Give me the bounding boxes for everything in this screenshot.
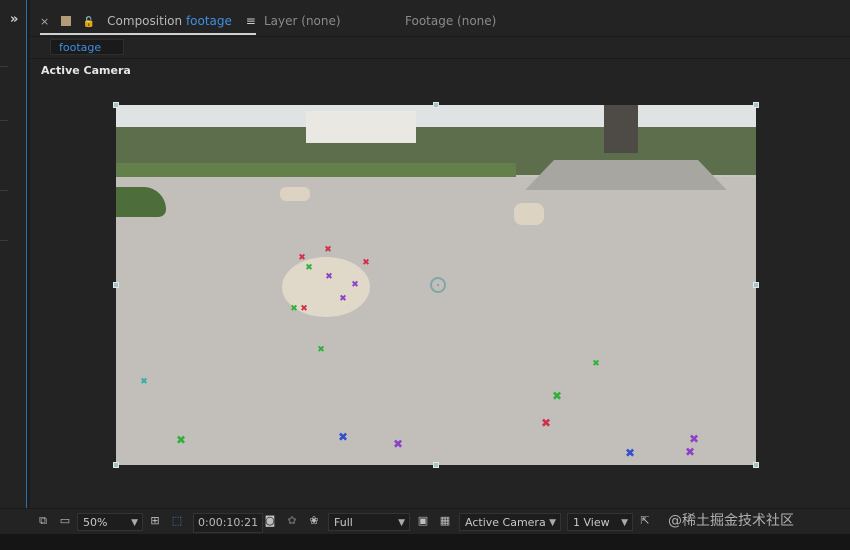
track-point-icon[interactable]: ✖ [624, 447, 636, 459]
camera-view-select[interactable]: Active Camera ▼ [459, 513, 561, 531]
comp-navigator-bar: footage [30, 36, 850, 57]
track-point-icon[interactable]: ✖ [324, 246, 332, 255]
statue [604, 105, 638, 153]
plaza-ground [116, 177, 756, 465]
bounds-handle[interactable] [113, 102, 119, 108]
bounds-handle[interactable] [753, 462, 759, 468]
watermark: @稀土掘金技术社区 [668, 513, 794, 529]
track-point-icon[interactable]: ✖ [325, 273, 333, 282]
hedge [116, 163, 516, 177]
planter-far [280, 187, 310, 201]
chevron-down-icon: ▼ [549, 518, 556, 528]
track-point-icon[interactable]: ✖ [290, 305, 298, 314]
mask-visibility-icon[interactable]: ⬚ [170, 515, 184, 527]
comp-breadcrumb[interactable]: footage [50, 39, 124, 55]
chevron-down-icon: ▼ [621, 518, 628, 528]
resolution-value: Full [334, 516, 353, 529]
panel-tab-bar: × 🔓 Composition footage ≡ Layer (none) F… [30, 8, 850, 36]
track-point-icon[interactable]: ✖ [362, 259, 370, 268]
bounds-handle[interactable] [753, 102, 759, 108]
track-point-icon[interactable]: ✖ [688, 433, 700, 445]
composition-panel: × 🔓 Composition footage ≡ Layer (none) F… [30, 0, 850, 534]
track-point-icon[interactable]: ✖ [351, 281, 359, 290]
divider [30, 58, 850, 59]
lock-icon[interactable]: 🔓 [83, 17, 95, 28]
bounds-handle[interactable] [433, 102, 439, 108]
track-point-icon[interactable]: ✖ [592, 360, 600, 369]
track-point-icon[interactable]: ✖ [337, 431, 349, 443]
expand-panel-icon[interactable]: » [10, 12, 18, 27]
chevron-down-icon: ▼ [131, 518, 138, 528]
track-point-icon[interactable]: ✖ [175, 434, 187, 446]
panel-divider [0, 190, 8, 191]
tab-comp-name: footage [185, 14, 232, 28]
resolution-select[interactable]: Full ▼ [328, 513, 410, 531]
bounds-handle[interactable] [433, 462, 439, 468]
snapshot-camera-icon[interactable]: ◙ [263, 515, 277, 527]
track-point-icon[interactable]: ✖ [140, 378, 148, 387]
panel-menu-icon[interactable]: ≡ [246, 14, 256, 28]
show-snapshot-icon[interactable]: ✿ [285, 515, 299, 527]
panel-divider [0, 66, 8, 67]
always-preview-icon[interactable]: ⧉ [36, 515, 50, 527]
chevron-down-icon: ▼ [398, 518, 405, 528]
grid-guide-icon[interactable]: ⊞ [148, 515, 162, 527]
view-layout-value: 1 View [573, 516, 610, 529]
camera-target-icon[interactable] [430, 277, 446, 293]
bounds-handle[interactable] [753, 282, 759, 288]
bounds-handle[interactable] [113, 462, 119, 468]
region-of-interest-icon[interactable]: ▣ [416, 515, 430, 527]
panel-divider [0, 120, 8, 121]
composition-viewer[interactable]: ✖ ✖ ✖ ✖ ✖ ✖ ✖ ✖ ✖ ✖ ✖ ✖ ✖ ✖ ✖ ✖ ✖ ✖ ✖ ✖ [116, 105, 756, 465]
monitor-icon[interactable]: ▭ [58, 515, 72, 527]
tab-layer[interactable]: Layer (none) [264, 14, 341, 28]
bounds-handle[interactable] [113, 282, 119, 288]
track-point-icon[interactable]: ✖ [339, 295, 347, 304]
track-point-icon[interactable]: ✖ [317, 346, 325, 355]
label-color-icon [61, 16, 72, 26]
color-channels-icon[interactable]: ❀ [307, 515, 321, 527]
left-panel: » [0, 0, 27, 534]
track-point-icon[interactable]: ✖ [684, 446, 696, 458]
view-layout-select[interactable]: 1 View ▼ [567, 513, 633, 531]
bottom-strip [0, 534, 850, 550]
transparency-grid-icon[interactable]: ▦ [438, 515, 452, 527]
magnification-value: 50% [83, 516, 108, 529]
track-point-icon[interactable]: ✖ [551, 390, 563, 402]
tab-composition[interactable]: × 🔓 Composition footage ≡ [40, 14, 256, 35]
current-time[interactable]: 0:00:10:21 [193, 513, 264, 533]
pixel-aspect-icon[interactable]: ⇱ [638, 515, 652, 527]
building [306, 111, 416, 143]
planter-small [514, 203, 544, 225]
track-point-icon[interactable]: ✖ [540, 417, 552, 429]
camera-view-value: Active Camera [465, 516, 546, 529]
tab-prefix: Composition [107, 14, 183, 28]
close-tab-icon[interactable]: × [40, 15, 49, 28]
track-point-icon[interactable]: ✖ [298, 254, 306, 263]
active-camera-label: Active Camera [41, 64, 131, 77]
tab-footage[interactable]: Footage (none) [405, 14, 496, 28]
track-point-icon[interactable]: ✖ [305, 264, 313, 273]
track-point-icon[interactable]: ✖ [300, 305, 308, 314]
panel-divider [0, 240, 8, 241]
magnification-select[interactable]: 50% ▼ [77, 513, 143, 531]
track-point-icon[interactable]: ✖ [392, 438, 404, 450]
